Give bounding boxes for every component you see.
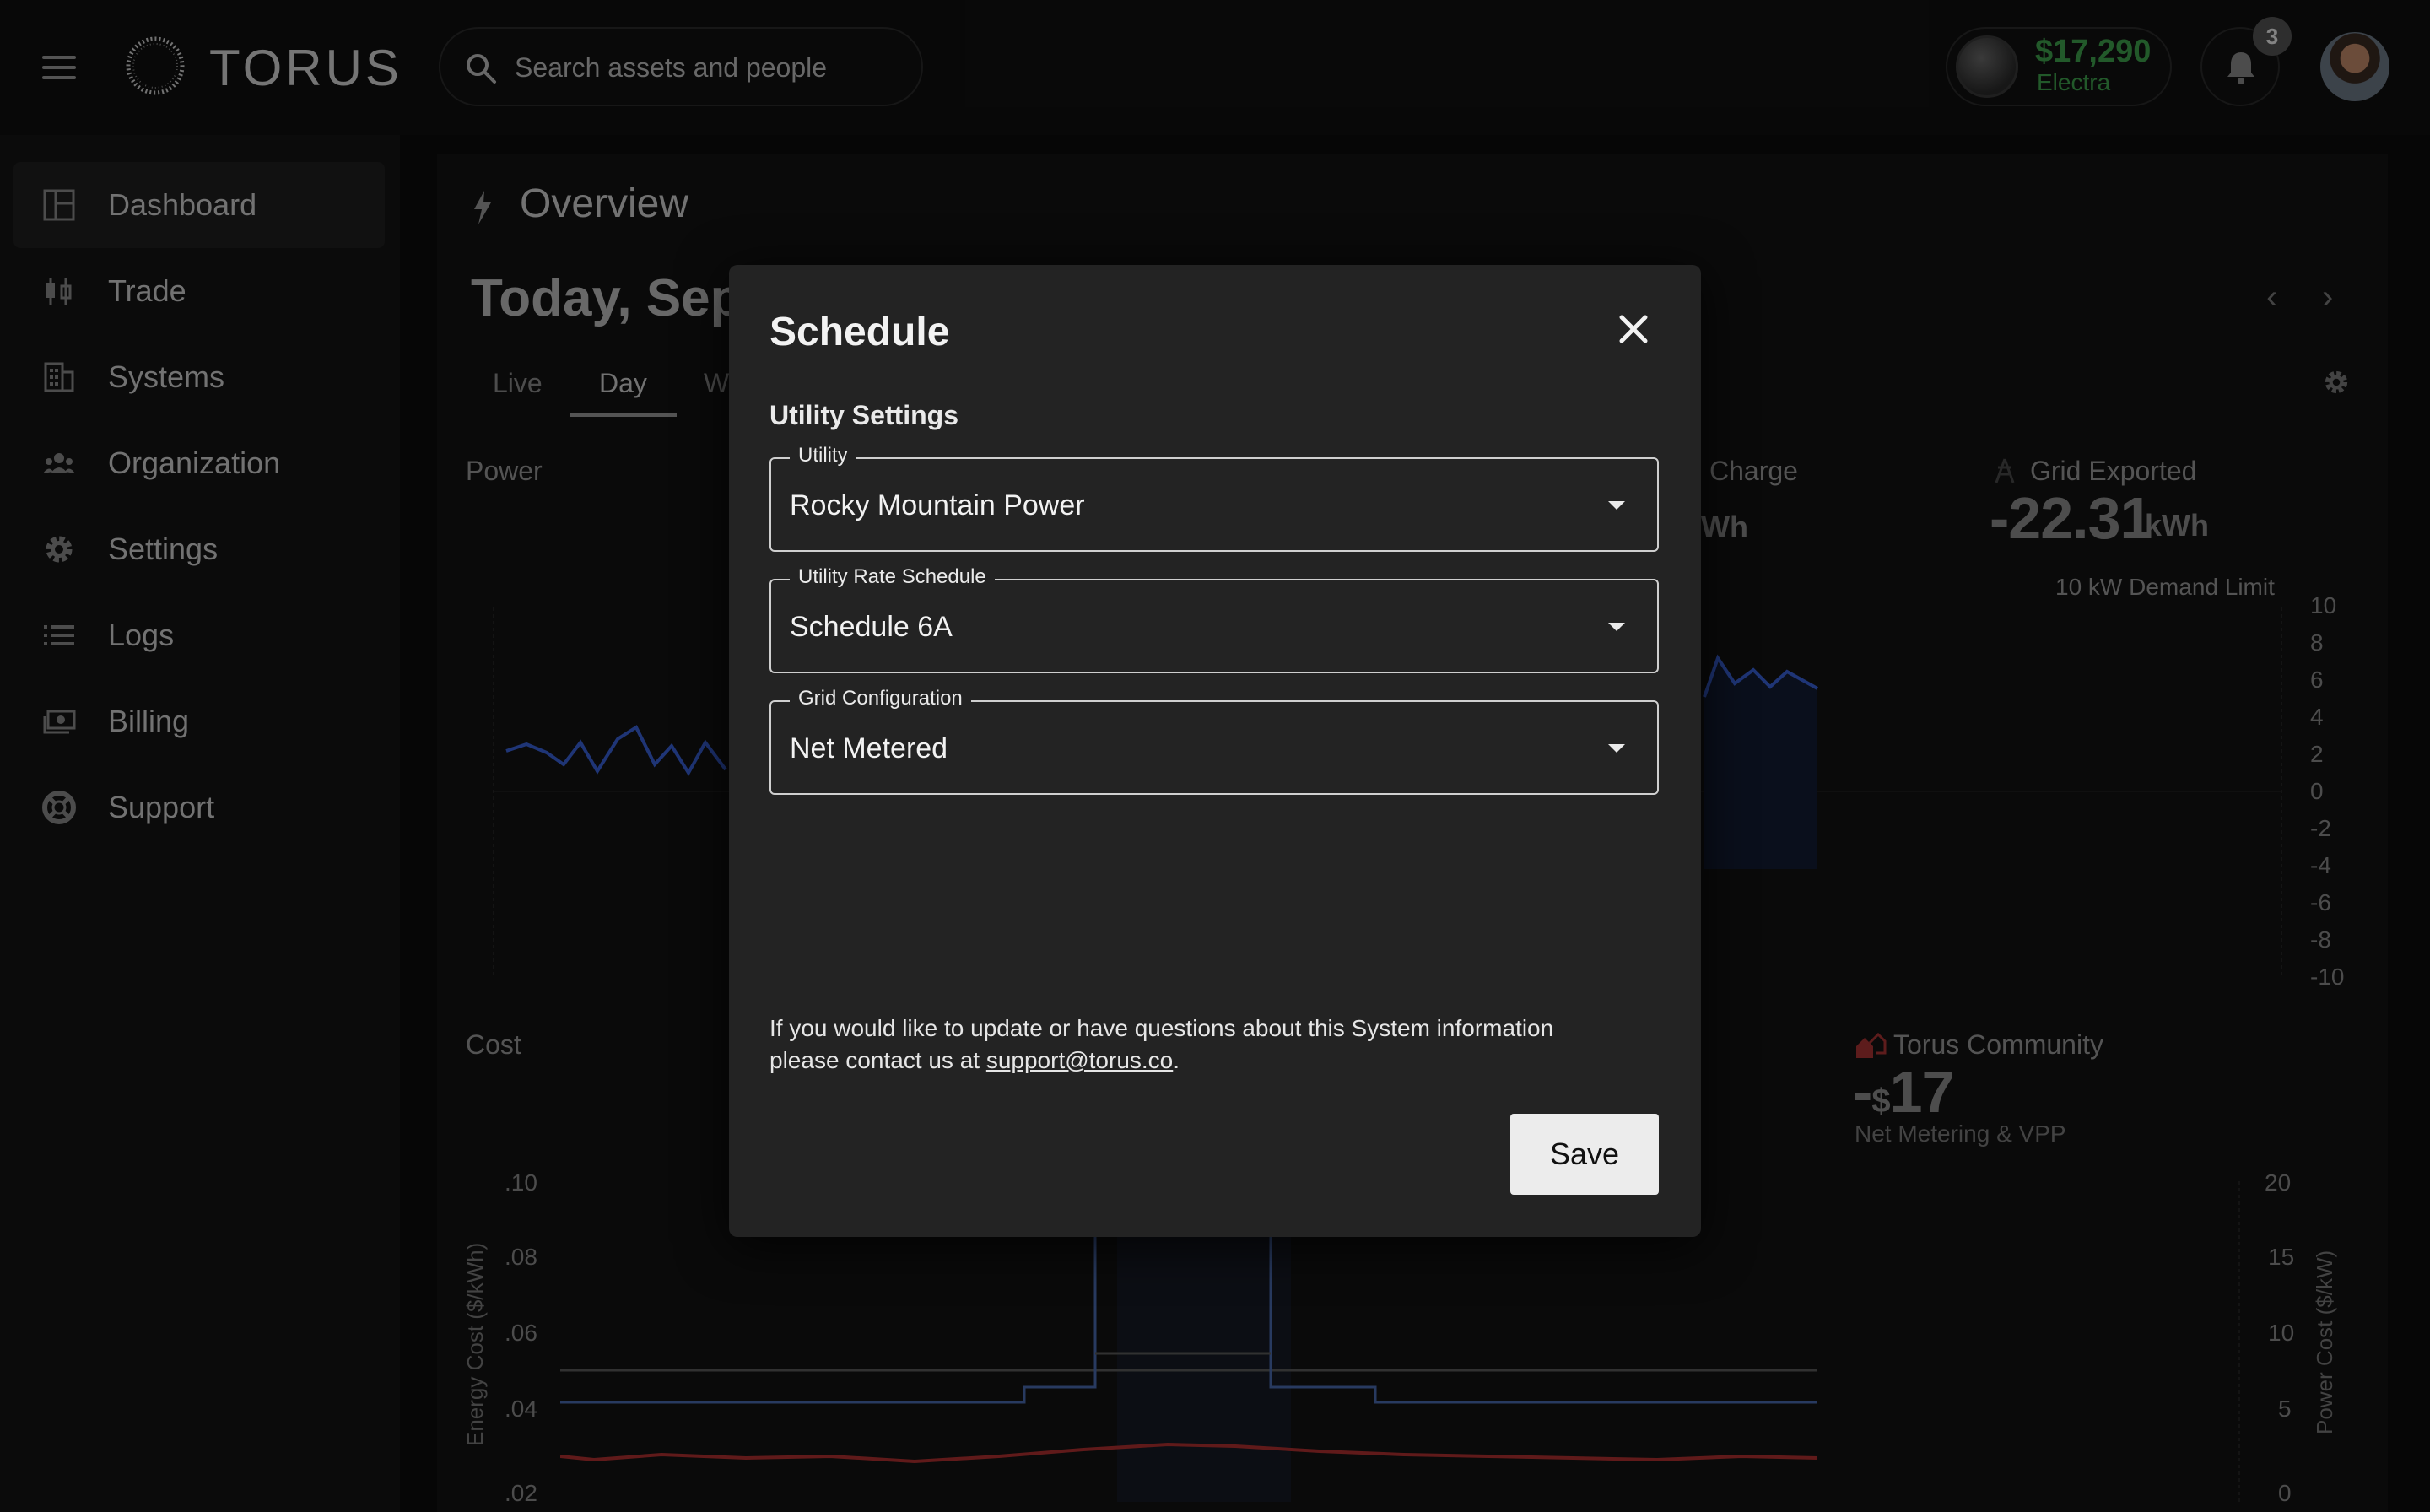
field-value: Schedule 6A [790, 611, 953, 643]
close-icon[interactable] [1617, 312, 1650, 346]
schedule-dialog: Schedule Utility Settings Utility Rocky … [729, 265, 1701, 1237]
save-button[interactable]: Save [1510, 1114, 1659, 1195]
caret-down-icon [1608, 501, 1625, 510]
field-label: Grid Configuration [790, 687, 971, 710]
field-value: Rocky Mountain Power [790, 489, 1085, 521]
field-label: Utility [790, 444, 856, 467]
section-title: Utility Settings [770, 400, 959, 430]
field-label: Utility Rate Schedule [790, 565, 995, 589]
field-value: Net Metered [790, 732, 948, 764]
caret-down-icon [1608, 623, 1625, 631]
utility-select[interactable]: Utility Rocky Mountain Power [770, 444, 1659, 552]
grid-configuration-select[interactable]: Grid Configuration Net Metered [770, 687, 1659, 795]
support-info-end: . [1173, 1047, 1180, 1073]
dialog-title: Schedule [770, 310, 950, 354]
caret-down-icon [1608, 744, 1625, 753]
support-info: If you would like to update or have ques… [770, 1012, 1613, 1077]
support-email-link[interactable]: support@torus.co [986, 1047, 1173, 1073]
rate-schedule-select[interactable]: Utility Rate Schedule Schedule 6A [770, 565, 1659, 673]
